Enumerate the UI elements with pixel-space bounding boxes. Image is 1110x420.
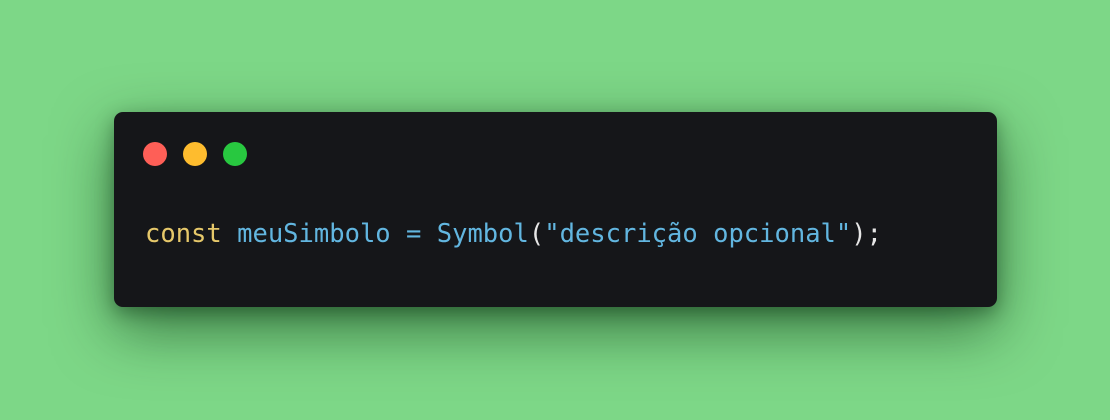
code-string: "descrição opcional": [544, 219, 852, 249]
window-controls: [143, 142, 247, 166]
code-function: Symbol: [436, 219, 529, 249]
code-window: const meuSimbolo = Symbol("descrição opc…: [114, 112, 997, 307]
close-dot-icon[interactable]: [143, 142, 167, 166]
code-operator: =: [406, 219, 422, 249]
zoom-dot-icon[interactable]: [223, 142, 247, 166]
minimize-dot-icon[interactable]: [183, 142, 207, 166]
code-line: const meuSimbolo = Symbol("descrição opc…: [145, 216, 882, 252]
code-variable: meuSimbolo: [237, 219, 391, 249]
code-keyword: const: [145, 219, 222, 249]
code-paren-close: );: [851, 219, 882, 249]
code-paren-open: (: [528, 219, 545, 249]
